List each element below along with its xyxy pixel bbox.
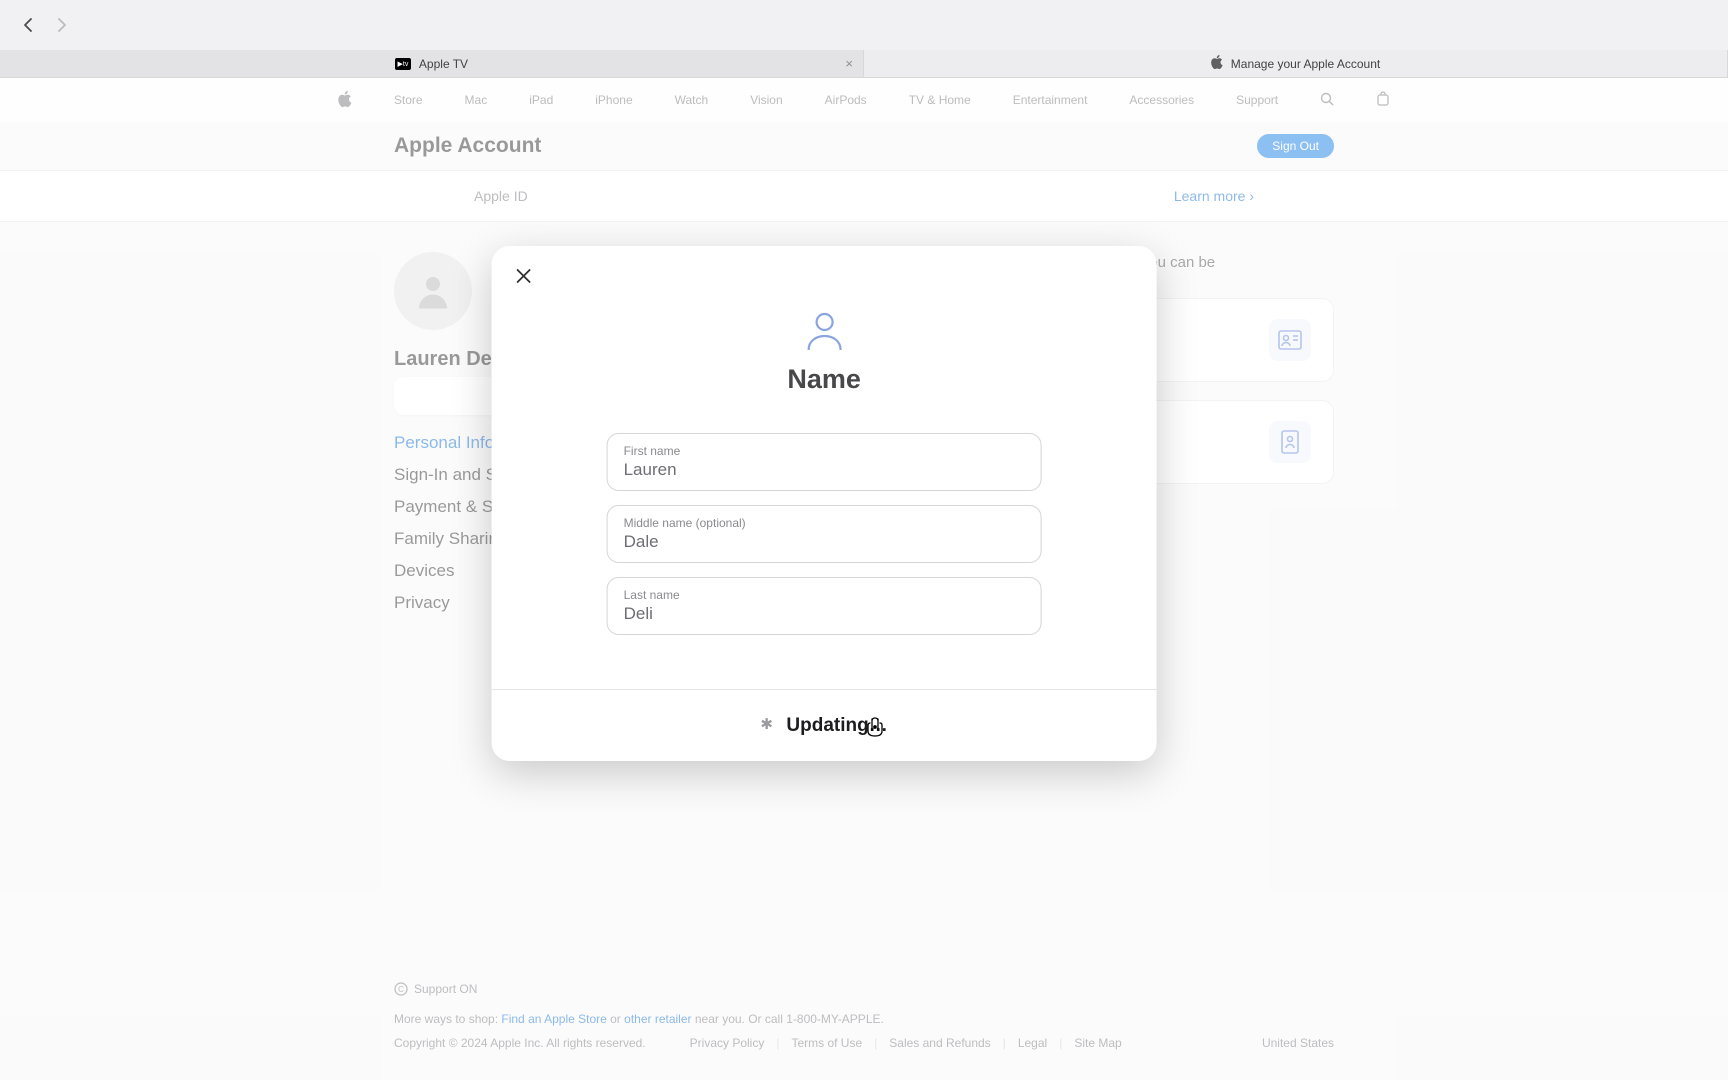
name-modal: Name First name Lauren Middle name (opti…	[492, 246, 1157, 761]
first-name-value: Lauren	[624, 460, 1025, 480]
middle-name-value: Dale	[624, 532, 1025, 552]
close-button[interactable]	[512, 264, 536, 288]
middle-name-field[interactable]: Middle name (optional) Dale	[607, 505, 1042, 563]
forward-button[interactable]	[54, 17, 70, 33]
apple-tv-icon: ▶tv	[395, 58, 411, 70]
tab-label: Manage your Apple Account	[1231, 57, 1380, 71]
user-icon	[800, 306, 848, 354]
first-name-label: First name	[624, 444, 1025, 458]
back-button[interactable]	[20, 17, 36, 33]
first-name-field[interactable]: First name Lauren	[607, 433, 1042, 491]
page-content: Store Mac iPad iPhone Watch Vision AirPo…	[0, 78, 1728, 1080]
apple-icon	[1211, 55, 1223, 72]
browser-toolbar	[0, 0, 1728, 50]
middle-name-label: Middle name (optional)	[624, 516, 1025, 530]
close-icon[interactable]: ×	[845, 56, 853, 71]
tab-apple-tv[interactable]: ▶tv Apple TV ×	[0, 50, 864, 77]
status-label: Updating…	[786, 715, 887, 737]
tab-apple-account[interactable]: Manage your Apple Account	[864, 50, 1728, 77]
modal-title: Name	[562, 364, 1087, 395]
last-name-field[interactable]: Last name Deli	[607, 577, 1042, 635]
last-name-label: Last name	[624, 588, 1025, 602]
tab-label: Apple TV	[419, 57, 468, 71]
last-name-value: Deli	[624, 604, 1025, 624]
spinner-icon	[760, 718, 776, 734]
modal-footer: Updating…	[492, 689, 1157, 761]
tab-bar: ▶tv Apple TV × Manage your Apple Account	[0, 50, 1728, 78]
